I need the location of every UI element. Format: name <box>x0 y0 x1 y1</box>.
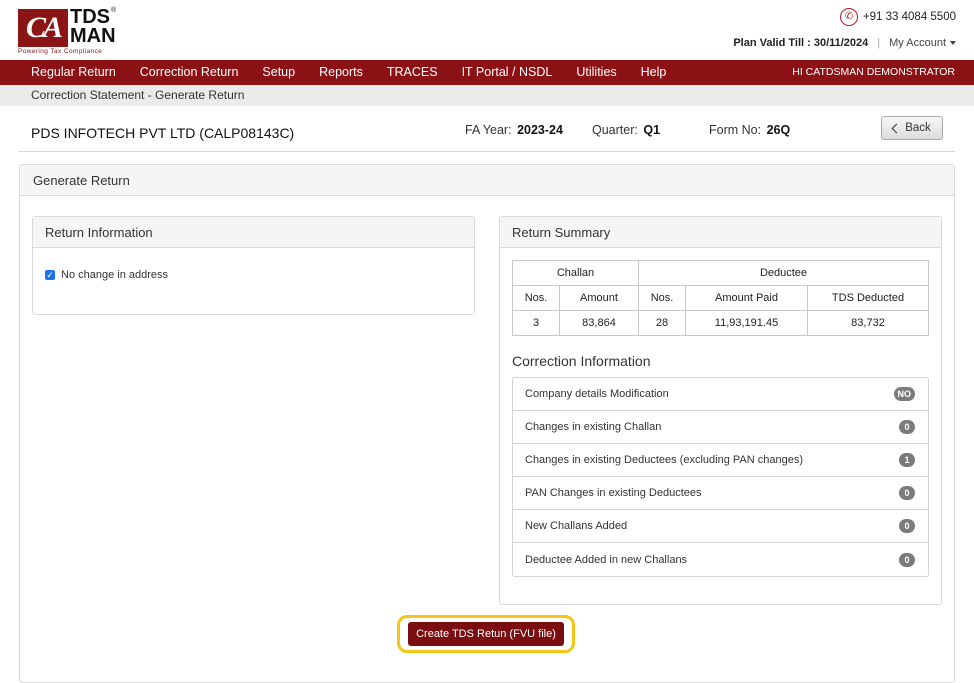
logo-ca-mark: CA <box>18 9 68 47</box>
status-badge: NO <box>893 387 915 401</box>
no-change-address-label: No change in address <box>61 269 169 281</box>
return-summary-table: Challan Deductee Nos. Amount Nos. Amount… <box>512 260 929 336</box>
correction-item-label: Changes in existing Deductees (excluding… <box>525 454 804 466</box>
back-button[interactable]: Back <box>881 116 943 140</box>
nav-regular-return[interactable]: Regular Return <box>0 60 128 85</box>
logo-tds-text: TDS <box>70 6 110 28</box>
no-change-address-option[interactable]: ✓ No change in address <box>45 269 168 281</box>
fa-year-value: 2023-24 <box>517 123 563 137</box>
quarter-value: Q1 <box>643 123 661 137</box>
deductee-nos-value: 28 <box>638 310 686 336</box>
breadcrumb: Correction Statement - Generate Return <box>0 85 974 106</box>
list-item: Changes in existing Challan 0 <box>513 411 928 444</box>
challan-amount-value: 83,864 <box>559 310 639 336</box>
phone-icon: ✆ <box>839 8 858 26</box>
nav-correction-return[interactable]: Correction Return <box>128 60 251 85</box>
count-badge: 0 <box>899 420 915 434</box>
phone-number: +91 33 4084 5500 <box>862 11 956 23</box>
quarter-label: Quarter: <box>592 123 638 137</box>
list-item: New Challans Added 0 <box>513 510 928 543</box>
caret-down-icon <box>950 41 956 45</box>
col-deductee-nos: Nos. <box>638 285 686 311</box>
deductee-group-header: Deductee <box>638 260 929 286</box>
amount-paid-value: 11,93,191.45 <box>685 310 808 336</box>
support-phone: ✆ +91 33 4084 5500 <box>839 8 956 26</box>
quarter: Quarter: Q1 <box>592 123 660 137</box>
fa-year-label: FA Year: <box>465 123 512 137</box>
no-change-address-checkbox[interactable]: ✓ <box>45 270 55 280</box>
correction-information-list: Company details Modification NO Changes … <box>512 377 929 577</box>
count-badge: 1 <box>899 453 915 467</box>
company-info-row: PDS INFOTECH PVT LTD (CALP08143C) FA Yea… <box>18 108 955 152</box>
generate-return-title: Generate Return <box>20 165 954 196</box>
create-tds-return-button[interactable]: Create TDS Retun (FVU file) <box>408 622 564 646</box>
tdsman-logo[interactable]: CA TDS MAN ® Powering Tax Compliance <box>18 6 118 57</box>
correction-item-label: Company details Modification <box>525 388 669 400</box>
challan-group-header: Challan <box>512 260 639 286</box>
chevron-left-icon <box>891 123 902 134</box>
form-no: Form No: 26Q <box>709 123 790 137</box>
my-account-dropdown[interactable]: My Account <box>889 37 956 49</box>
return-summary-title: Return Summary <box>500 217 941 248</box>
return-summary-panel: Return Summary Challan Deductee Nos. Amo… <box>499 216 942 605</box>
correction-item-label: PAN Changes in existing Deductees <box>525 487 702 499</box>
col-challan-nos: Nos. <box>512 285 560 311</box>
correction-item-label: New Challans Added <box>525 520 628 532</box>
form-no-label: Form No: <box>709 123 762 137</box>
generate-return-panel: Generate Return Return Information ✓ No … <box>19 164 955 683</box>
correction-item-label: Deductee Added in new Challans <box>525 553 688 566</box>
tds-deducted-value: 83,732 <box>807 310 929 336</box>
nav-setup[interactable]: Setup <box>250 60 307 85</box>
plan-info: Plan Valid Till : 30/11/2024 | My Accoun… <box>733 35 956 51</box>
count-badge: 0 <box>899 519 915 533</box>
logo-registered-mark: ® <box>111 7 117 14</box>
my-account-label: My Account <box>889 37 946 49</box>
return-information-title: Return Information <box>33 217 474 248</box>
count-badge: 0 <box>899 552 915 567</box>
correction-information-title: Correction Information <box>512 353 651 369</box>
company-name: PDS INFOTECH PVT LTD (CALP08143C) <box>31 125 295 141</box>
col-challan-amount: Amount <box>559 285 639 311</box>
nav-it-portal-nsdl[interactable]: IT Portal / NSDL <box>450 60 565 85</box>
challan-nos-value: 3 <box>512 310 560 336</box>
plan-separator: | <box>877 37 881 49</box>
logo-man-text: MAN <box>70 25 116 47</box>
logo-tagline: Powering Tax Compliance <box>18 48 103 55</box>
col-tds-deducted: TDS Deducted <box>807 285 929 311</box>
user-greeting: Hi CATDSMAN DEMONSTRATOR <box>792 66 955 78</box>
return-information-panel: Return Information ✓ No change in addres… <box>32 216 475 315</box>
form-no-value: 26Q <box>766 123 791 137</box>
list-item: Deductee Added in new Challans 0 <box>513 543 928 576</box>
nav-utilities[interactable]: Utilities <box>564 60 628 85</box>
list-item: Company details Modification NO <box>513 378 928 411</box>
table-row: 3 83,864 28 11,93,191.45 83,732 <box>512 310 929 336</box>
list-item: PAN Changes in existing Deductees 0 <box>513 477 928 510</box>
main-nav: Regular Return Correction Return Setup R… <box>0 60 974 85</box>
list-item: Changes in existing Deductees (excluding… <box>513 444 928 477</box>
nav-reports[interactable]: Reports <box>307 60 375 85</box>
app-header: CA TDS MAN ® Powering Tax Compliance ✆ +… <box>0 0 974 60</box>
highlight-outline: Create TDS Retun (FVU file) <box>397 615 575 653</box>
fa-year: FA Year: 2023-24 <box>465 123 563 137</box>
nav-help[interactable]: Help <box>629 60 679 85</box>
correction-item-label: Changes in existing Challan <box>525 421 662 433</box>
back-button-label: Back <box>905 122 931 134</box>
col-amount-paid: Amount Paid <box>685 285 808 311</box>
nav-traces[interactable]: TRACES <box>375 60 450 85</box>
plan-valid-text: Plan Valid Till : 30/11/2024 <box>733 37 869 49</box>
count-badge: 0 <box>899 486 915 500</box>
